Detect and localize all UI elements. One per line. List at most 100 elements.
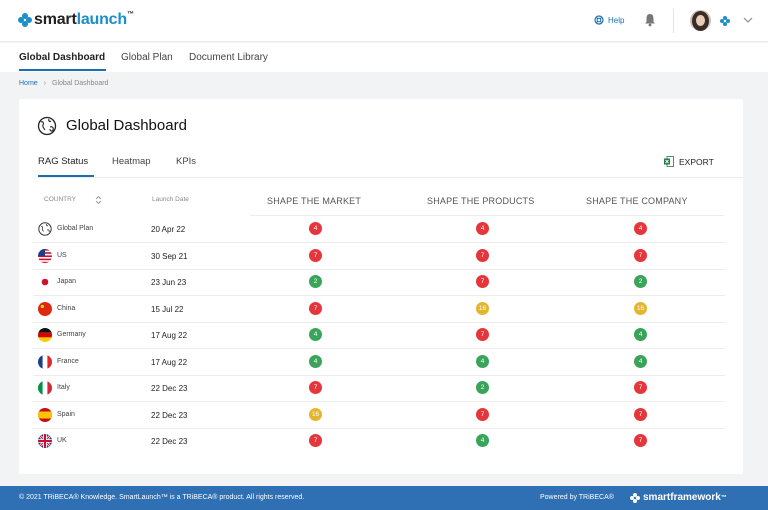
rag-badge-products[interactable]: 7 [476,248,489,262]
rag-badge-company[interactable]: 4 [634,222,647,235]
launch-date: 22 Dec 23 [151,437,188,446]
rag-badge-market[interactable]: 4 [309,328,322,341]
logo-text: smartlaunch™ [34,11,134,28]
user-avatar[interactable] [690,10,711,31]
table-row[interactable]: US 30 Sep 21 7 7 7 [19,243,743,270]
bell-icon[interactable] [644,13,656,27]
tab-heatmap[interactable]: Heatmap [112,156,151,167]
header-shape-company: SHAPE THE COMPANY [586,196,688,206]
smartlaunch-logo[interactable]: smartlaunch™ [18,11,134,29]
flag-us-icon [38,248,52,263]
main-nav: Global Dashboard Global Plan Document Li… [0,43,768,72]
flower-logo-icon [720,16,730,26]
rag-badge-market[interactable]: 4 [309,354,322,368]
rag-badge-company[interactable]: 4 [634,354,647,368]
rag-badge-market[interactable]: 7 [309,248,322,262]
flag-gb-icon [38,434,52,448]
header-country[interactable]: COUNTRY [44,196,76,203]
chevron-right-icon: › [43,80,47,87]
chevron-down-icon[interactable] [742,14,754,26]
nav-document-library[interactable]: Document Library [189,52,268,63]
table-row[interactable]: Germany 17 Aug 22 4 7 4 [19,322,743,349]
export-button[interactable]: EXPORT [664,156,714,167]
tabs-divider [38,177,743,178]
footer-powered-by: Powered by TRiBECA® [540,494,614,501]
rag-badge-products[interactable]: 4 [476,222,489,235]
rag-badge-market[interactable]: 7 [309,434,322,447]
country-name[interactable]: Global Plan [57,225,93,232]
rag-badge-company[interactable]: 7 [634,407,647,421]
rag-badge-market[interactable]: 4 [309,222,322,235]
header-shape-products: SHAPE THE PRODUCTS [427,196,535,206]
rag-badge-market[interactable]: 2 [309,275,322,288]
flower-logo-icon [18,13,32,27]
tab-rag-status[interactable]: RAG Status [38,156,88,167]
table-row[interactable]: Japan 23 Jun 23 2 7 2 [19,269,743,296]
rag-badge-company[interactable]: 16 [634,301,647,315]
rag-badge-company[interactable]: 7 [634,381,647,394]
smartframework-logo: smart framework ™ [630,492,727,503]
country-name[interactable]: China [57,305,75,312]
breadcrumb: Home › Global Dashboard [19,80,108,87]
rag-badge-products[interactable]: 7 [476,407,489,421]
rag-badge-products[interactable]: 7 [476,275,489,288]
table-row[interactable]: Spain 22 Dec 23 16 7 7 [19,402,743,429]
launch-date: 17 Aug 22 [151,357,188,367]
country-name[interactable]: Italy [57,384,70,391]
launch-date: 22 Dec 23 [151,384,188,393]
page-title: Global Dashboard [66,117,187,134]
rag-badge-products[interactable]: 4 [476,434,489,447]
rag-badge-market[interactable]: 16 [309,407,322,421]
rag-badge-market[interactable]: 7 [309,381,322,394]
rag-badge-company[interactable]: 4 [634,328,647,341]
help-label: Help [608,15,625,25]
rag-badge-company[interactable]: 2 [634,275,647,288]
sort-icon[interactable] [95,195,102,205]
flag-de-icon [38,328,52,342]
dashboard-card: Global Dashboard RAG Status Heatmap KPIs… [19,99,743,474]
breadcrumb-home[interactable]: Home [19,80,38,87]
globe-icon [37,116,57,136]
nav-global-plan[interactable]: Global Plan [121,52,173,63]
rag-badge-market[interactable]: 7 [309,301,322,315]
rag-badge-products[interactable]: 16 [476,301,489,315]
table-row[interactable]: Italy 22 Dec 23 7 2 7 [19,375,743,402]
launch-date: 23 Jun 23 [151,278,187,287]
country-name[interactable]: UK [57,437,67,444]
rag-badge-products[interactable]: 7 [476,328,489,341]
flag-cn-icon [38,301,52,316]
launch-date: 15 Jul 22 [151,304,184,314]
header-launch-date: Launch Date [152,196,189,203]
table-row[interactable]: Global Plan 20 Apr 22 4 4 4 [19,216,743,243]
export-label: EXPORT [679,156,714,167]
table-row[interactable]: China 15 Jul 22 7 16 16 [19,296,743,323]
flag-es-icon [38,407,52,422]
table-row[interactable]: UK 22 Dec 23 7 4 7 [19,428,743,454]
rag-badge-products[interactable]: 4 [476,354,489,368]
flag-globe-icon [38,222,52,236]
flag-it-icon [38,381,52,395]
flag-fr-icon [38,354,52,369]
breadcrumb-current: Global Dashboard [52,80,109,87]
top-bar: smartlaunch™ Help [0,0,768,42]
rag-badge-company[interactable]: 7 [634,434,647,447]
footer: © 2021 TRiBECA® Knowledge. SmartLaunch™ … [0,486,768,510]
lifebuoy-icon [594,15,604,25]
header-divider [673,9,674,33]
country-name[interactable]: Germany [57,331,86,338]
excel-icon [664,156,674,167]
tab-kpis[interactable]: KPIs [176,156,196,167]
country-name[interactable]: France [57,358,79,365]
nav-global-dashboard[interactable]: Global Dashboard [19,52,105,63]
help-link[interactable]: Help [594,15,624,25]
country-name[interactable]: Spain [57,411,75,418]
launch-date: 22 Dec 23 [151,410,188,420]
launch-date: 20 Apr 22 [151,225,186,234]
rag-badge-products[interactable]: 2 [476,381,489,394]
country-name[interactable]: US [57,252,67,259]
launch-date: 17 Aug 22 [151,331,188,340]
nav-active-indicator [19,69,106,71]
table-row[interactable]: France 17 Aug 22 4 4 4 [19,349,743,376]
rag-badge-company[interactable]: 7 [634,248,647,262]
country-name[interactable]: Japan [57,278,76,285]
